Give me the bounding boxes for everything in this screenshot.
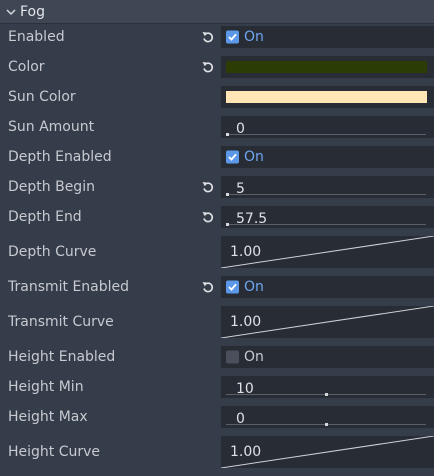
property-label-height-enabled: Height Enabled — [8, 349, 116, 365]
curve-value: 1.00 — [230, 314, 262, 330]
revert-icon[interactable] — [200, 279, 216, 295]
depth-begin-spin-slider[interactable]: 5 — [221, 176, 434, 198]
property-row-enabled: Enabled On — [0, 25, 434, 49]
fog-inspector-panel: Fog Enabled On Color Sun Color Sun Amount 0 De… — [0, 0, 434, 476]
curve-value: 1.00 — [230, 444, 262, 460]
property-label-depth-end: Depth End — [8, 209, 82, 225]
checkbox-checked-icon[interactable] — [226, 150, 239, 164]
property-label-transmit-curve: Transmit Curve — [8, 314, 114, 330]
slider-grabber[interactable] — [226, 133, 229, 136]
property-label-transmit-enabled: Transmit Enabled — [8, 279, 130, 295]
property-label-depth-curve: Depth Curve — [8, 244, 97, 260]
checkbox-label: On — [244, 279, 264, 295]
section-title: Fog — [20, 3, 46, 20]
color-color-picker[interactable] — [221, 56, 434, 78]
revert-icon[interactable] — [200, 59, 216, 75]
property-label-height-max: Height Max — [8, 409, 88, 425]
depth-enabled-checkbox[interactable]: On — [221, 146, 434, 168]
height-max-spin-slider[interactable]: 0 — [221, 406, 434, 428]
checkbox-label: On — [244, 29, 264, 45]
sun-color-color-picker[interactable] — [221, 86, 434, 108]
fog-section-header[interactable]: Fog — [0, 0, 434, 24]
property-row-depth-end: Depth End 57.5 — [0, 205, 434, 229]
sun-amount-spin-slider[interactable]: 0 — [221, 116, 434, 138]
slider-track[interactable] — [226, 134, 426, 135]
revert-icon[interactable] — [200, 209, 216, 225]
property-row-height-max: Height Max 0 — [0, 405, 434, 429]
height-enabled-checkbox[interactable]: On — [221, 346, 434, 368]
property-row-height-curve: Height Curve 1.00 — [0, 435, 434, 469]
property-label-enabled: Enabled — [8, 29, 65, 45]
property-label-depth-enabled: Depth Enabled — [8, 149, 112, 165]
slider-grabber[interactable] — [324, 423, 328, 426]
property-label-height-min: Height Min — [8, 379, 84, 395]
property-row-height-min: Height Min 10 — [0, 375, 434, 399]
checkbox-label: On — [244, 149, 264, 165]
property-label-depth-begin: Depth Begin — [8, 179, 95, 195]
height-min-spin-slider[interactable]: 10 — [221, 376, 434, 398]
curve-value: 1.00 — [230, 244, 262, 260]
checkbox-checked-icon[interactable] — [226, 280, 239, 294]
chevron-down-icon[interactable] — [4, 5, 18, 19]
color-swatch[interactable] — [226, 91, 427, 103]
transmit-enabled-checkbox[interactable]: On — [221, 276, 434, 298]
property-row-depth-curve: Depth Curve 1.00 — [0, 235, 434, 269]
property-row-sun-color: Sun Color — [0, 85, 434, 109]
property-row-color: Color — [0, 55, 434, 79]
property-label-height-curve: Height Curve — [8, 444, 101, 460]
checkbox-unchecked-icon[interactable] — [226, 350, 239, 364]
property-label-sun-amount: Sun Amount — [8, 119, 95, 135]
slider-track[interactable] — [226, 224, 426, 225]
property-row-depth-begin: Depth Begin 5 — [0, 175, 434, 199]
checkbox-label: On — [244, 349, 264, 365]
property-row-height-enabled: Height Enabled On — [0, 345, 434, 369]
slider-grabber[interactable] — [324, 393, 328, 396]
property-row-sun-amount: Sun Amount 0 — [0, 115, 434, 139]
color-swatch[interactable] — [226, 61, 427, 73]
revert-icon[interactable] — [200, 179, 216, 195]
depth-curve-curve-editor[interactable]: 1.00 — [221, 236, 434, 268]
property-label-sun-color: Sun Color — [8, 89, 76, 105]
transmit-curve-curve-editor[interactable]: 1.00 — [221, 306, 434, 338]
slider-track[interactable] — [226, 194, 426, 195]
property-row-transmit-enabled: Transmit Enabled On — [0, 275, 434, 299]
checkbox-checked-icon[interactable] — [226, 30, 239, 44]
property-label-color: Color — [8, 59, 45, 75]
depth-end-spin-slider[interactable]: 57.5 — [221, 206, 434, 228]
property-row-depth-enabled: Depth Enabled On — [0, 145, 434, 169]
slider-grabber[interactable] — [226, 193, 229, 196]
enabled-checkbox[interactable]: On — [221, 26, 434, 48]
revert-icon[interactable] — [200, 29, 216, 45]
property-row-transmit-curve: Transmit Curve 1.00 — [0, 305, 434, 339]
height-curve-curve-editor[interactable]: 1.00 — [221, 436, 434, 468]
slider-grabber[interactable] — [226, 223, 229, 226]
